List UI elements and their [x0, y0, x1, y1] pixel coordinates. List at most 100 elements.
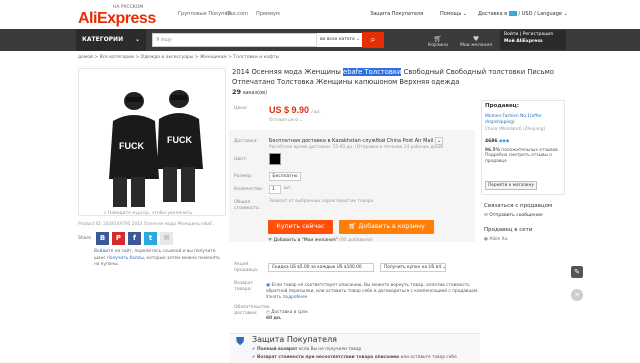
- itao-link[interactable]: iTao.com: [226, 11, 248, 17]
- chevron-down-icon: ⌄: [442, 265, 447, 270]
- facebook-share-icon[interactable]: f: [128, 232, 141, 245]
- seller-title: Продавец:: [485, 103, 519, 109]
- seller-online-name: Alice Xu: [489, 237, 508, 242]
- diamond-rating-icon: ◆◆◆: [498, 139, 510, 144]
- price-value: US $ 9.90: [269, 105, 310, 115]
- delivery-guarantee-text: Доставка в срок: [271, 310, 308, 315]
- returns-body: Если товар не соответствует описанию, Вы…: [266, 283, 479, 294]
- check-icon: ✔: [252, 347, 256, 352]
- quantity-input[interactable]: 1: [269, 185, 281, 194]
- protection-line-1-bold: Полный возврат: [256, 347, 298, 352]
- add-to-cart-button[interactable]: 🛒︎ Добавить в корзину: [339, 220, 434, 234]
- share-promo-text: Войдите на сайт, поделитесь ссылкой и вы…: [94, 249, 224, 269]
- aliexpress-logo[interactable]: AliExpress: [78, 10, 156, 28]
- send-message-label: Отправить сообщение: [489, 213, 543, 218]
- visit-store-button[interactable]: Перейти к магазину: [485, 181, 537, 190]
- magnifier-icon: ⌕: [104, 211, 107, 216]
- seller-feedback: 96.5% положительных отзывов Подробно смот…: [485, 148, 563, 164]
- contact-seller-title: Связаться с продавцом: [484, 203, 553, 209]
- size-label: Размер:: [234, 174, 253, 179]
- seller-name-link[interactable]: Women Fashion No.1(offer dropshipping): [485, 114, 563, 125]
- wishlist-label: Мои желания: [460, 43, 493, 48]
- price-label: Цена:: [234, 106, 248, 111]
- size-option[interactable]: Бесплатно: [269, 172, 301, 181]
- get-coupon-button[interactable]: Получить купон на US $4 ⌄: [380, 263, 446, 272]
- chevron-down-icon: ⌄: [434, 137, 444, 145]
- currency-label: USD: [521, 11, 533, 17]
- clock-icon: ◷: [266, 310, 270, 315]
- buyer-protection-title: Защита Покупателя: [252, 335, 337, 344]
- delivery-guarantee: ◷ Доставка в срок 60 дн.: [266, 310, 308, 322]
- my-aliexpress-link[interactable]: Мой AliExpress: [504, 39, 562, 44]
- get-points-link[interactable]: получить баллы: [107, 256, 144, 261]
- send-message-link[interactable]: ✉ Отправить сообщение: [484, 213, 543, 218]
- seller-score: 4686 ◆◆◆: [485, 139, 509, 144]
- delivery-estimate: Расчётное время доставки: 15-60 дн. (Отп…: [269, 145, 444, 150]
- close-icon[interactable]: ✕: [571, 289, 583, 301]
- twitter-share-icon[interactable]: t: [144, 232, 157, 245]
- color-swatch-black[interactable]: [269, 153, 281, 165]
- cart-icon: 🛒︎: [348, 223, 357, 230]
- chevron-down-icon: ⌄: [356, 37, 361, 42]
- delivery-guarantee-label: Обязательство доставки:: [234, 305, 270, 316]
- seller-online-user[interactable]: ● Alice Xu: [484, 237, 508, 242]
- chevron-down-icon: ⌄: [134, 36, 140, 43]
- logo-subtitle: НА РУССКОМ: [113, 5, 144, 10]
- add-to-wishlist-link[interactable]: ♥ Добавить в "Мои желания" (90 добавили): [268, 238, 373, 243]
- reviews-link[interactable]: Подробно смотреть отзывы о продавце: [485, 153, 552, 163]
- svg-text:FUCK: FUCK: [167, 135, 192, 145]
- buy-now-button[interactable]: Купить сейчас: [268, 220, 333, 234]
- categories-menu[interactable]: КАТЕГОРИИ ⌄: [76, 29, 146, 51]
- learn-more-link[interactable]: Узнать подробнее: [266, 295, 307, 300]
- login-link[interactable]: Войдите: [94, 249, 113, 254]
- categories-label: КАТЕГОРИИ: [82, 36, 124, 43]
- check-icon: ✔: [252, 355, 256, 360]
- wishlist-button[interactable]: ♥ Мои желания: [460, 35, 492, 48]
- seller-online-title: Продавец в сети: [484, 227, 533, 233]
- quantity-label: Количество:: [234, 187, 264, 192]
- search-category-select[interactable]: во всех катего ⌄: [316, 33, 362, 47]
- cart-icon: 🛒︎: [433, 35, 443, 43]
- price-unit: / шт.: [311, 109, 321, 114]
- wholesale-label: Оптовая цена: [269, 117, 299, 122]
- product-photo: FUCK FUCK: [79, 69, 225, 215]
- wholesale-link[interactable]: Оптовая цена ⌄: [269, 117, 303, 122]
- shipping-info[interactable]: Бесплатная доставка в Kazakhstan службой…: [269, 137, 444, 145]
- zoom-hint-text: Наведите курсор, чтобы увеличить: [107, 211, 193, 216]
- protection-line-2-text: или оставьте товар себе: [399, 355, 457, 360]
- cart-button[interactable]: 🛒︎ Корзина: [428, 35, 448, 48]
- account-menu[interactable]: Войти | Регистрация Мой AliExpress: [500, 30, 566, 50]
- returns-label: Возврат товара:: [234, 281, 254, 292]
- total-value: Зависит от выбранных характеристик товар…: [269, 199, 374, 204]
- discount-coupon[interactable]: Скидка US $5.00 за каждые US $100.00: [268, 263, 374, 272]
- vk-share-icon[interactable]: В: [96, 232, 109, 245]
- help-menu[interactable]: Помощь ⌄: [440, 11, 467, 17]
- product-image[interactable]: FUCK FUCK: [78, 68, 226, 216]
- orders-count: 29 заказ(ов): [232, 88, 267, 96]
- orders-label: заказ(ов): [242, 90, 268, 96]
- heart-icon: ♥: [268, 238, 273, 243]
- group-buy-link[interactable]: Групповые Покупки: [178, 11, 231, 17]
- shipping-currency-menu[interactable]: Доставка в / USD / Language ⌄: [478, 11, 568, 17]
- account-login[interactable]: Войти | Регистрация: [504, 32, 562, 37]
- premium-link[interactable]: Премиум: [256, 11, 280, 17]
- buyer-protection-link[interactable]: Защита Покупателя: [370, 11, 423, 17]
- heart-icon: ♥: [472, 35, 480, 43]
- title-highlight: ebafe Толстовки: [343, 68, 402, 76]
- search-button[interactable]: ⌕: [362, 32, 384, 48]
- breadcrumb[interactable]: домой > Все категории > Одежда и аксессу…: [78, 55, 279, 60]
- get-coupon-label: Получить купон на US $4: [384, 265, 442, 270]
- chevron-down-icon: ⌄: [299, 117, 303, 122]
- person-icon: ●: [484, 237, 488, 242]
- edit-icon[interactable]: ✎: [571, 266, 583, 278]
- email-share-icon[interactable]: ✉: [160, 232, 173, 245]
- pinterest-share-icon[interactable]: P: [112, 232, 125, 245]
- total-label: Общая стоимость:: [234, 200, 261, 211]
- wishlist-count: (90 добавили): [339, 238, 373, 243]
- returns-icon: ▣: [266, 283, 271, 288]
- language-label: Language: [537, 11, 562, 17]
- flag-icon: [508, 11, 517, 16]
- mail-icon: ✉: [484, 213, 488, 218]
- search-category-value: во всех катего: [320, 37, 355, 42]
- add-to-cart-label: Добавить в корзину: [358, 223, 425, 230]
